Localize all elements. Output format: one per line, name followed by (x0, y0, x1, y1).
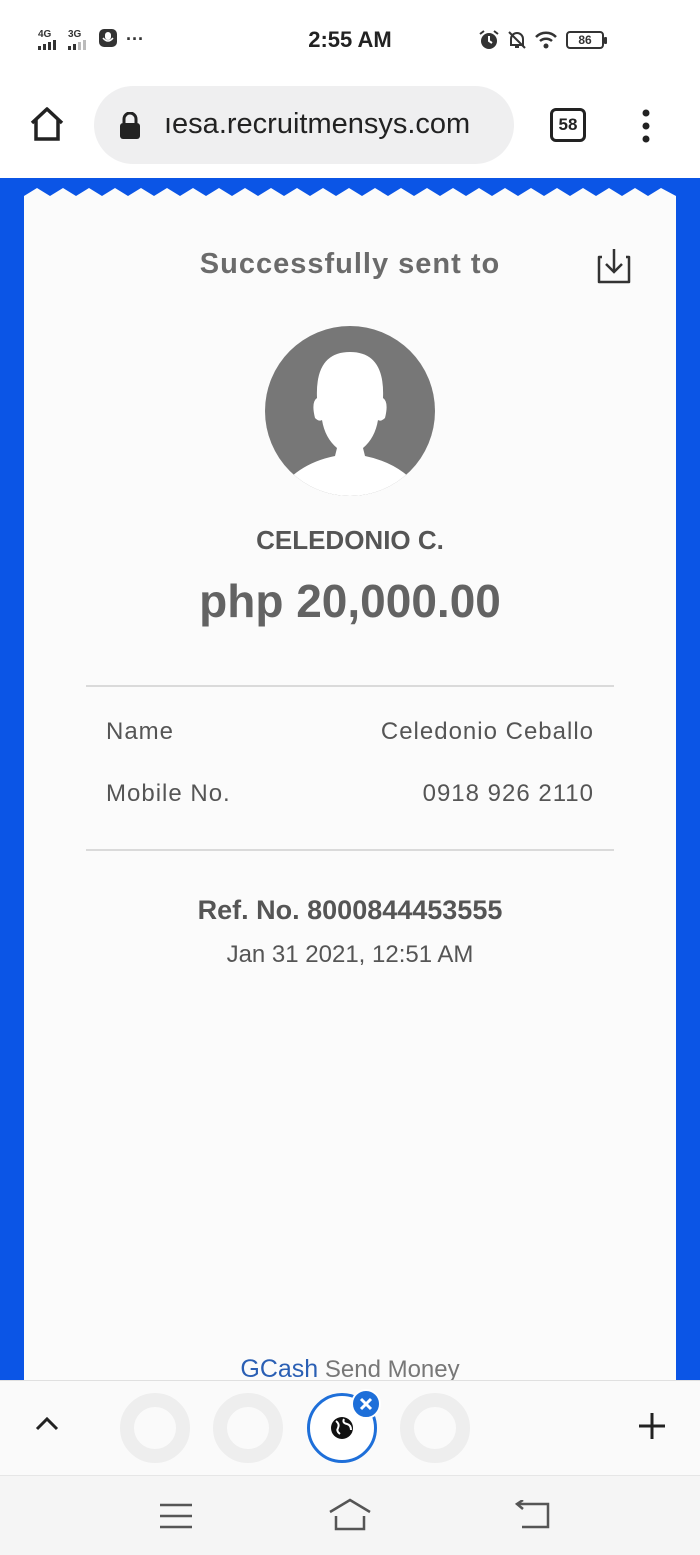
battery-indicator: 86 (566, 31, 607, 49)
gcash-brand: GCash (240, 1355, 319, 1383)
lock-icon (118, 111, 142, 145)
tab-thumbnail[interactable] (213, 1393, 283, 1463)
alarm-icon (478, 29, 500, 56)
name-value: Celedonio Ceballo (380, 718, 594, 745)
divider-top (86, 685, 614, 687)
avatar (265, 326, 435, 501)
tab-strip (0, 1380, 700, 1475)
receipt-title: Successfully sent to (199, 248, 501, 280)
address-bar[interactable]: ıesa.recruitmensys.com (94, 86, 514, 164)
amount: php 20,000.00 (199, 575, 501, 627)
mobile-label: Mobile No. (106, 780, 231, 807)
name-label: Name (106, 718, 175, 745)
overflow-menu-icon[interactable] (640, 108, 652, 149)
tab-thumbnail[interactable] (400, 1393, 470, 1463)
globe-icon (330, 1416, 354, 1445)
footer-text: Send Money (324, 1356, 460, 1383)
status-bar: 4G 3G ··· 2:55 AM 86 (0, 0, 700, 80)
download-icon[interactable] (596, 247, 632, 290)
home-icon[interactable] (28, 105, 66, 148)
mobile-value: 0918 926 2110 (422, 780, 594, 807)
system-nav-bar (0, 1475, 700, 1555)
close-tab-icon[interactable] (351, 1389, 381, 1419)
back-nav-icon[interactable] (514, 1498, 552, 1535)
tab-switcher-button[interactable]: 58 (550, 108, 586, 142)
browser-toolbar: ıesa.recruitmensys.com 58 (0, 80, 700, 178)
new-tab-plus-icon[interactable] (637, 1411, 667, 1446)
tab-thumbnail[interactable] (120, 1393, 190, 1463)
chevron-up-icon[interactable] (34, 1415, 60, 1438)
home-nav-icon[interactable] (327, 1498, 373, 1537)
mute-bell-icon (506, 29, 528, 56)
divider-bottom (86, 849, 614, 851)
wifi-icon (534, 29, 558, 56)
recipient-short-name: CELEDONIO C. (256, 525, 444, 555)
transaction-datetime: Jan 31 2021, 12:51 AM (226, 941, 474, 968)
url-text: ıesa.recruitmensys.com (164, 108, 471, 140)
reference-number: Ref. No. 8000844453555 (197, 895, 503, 925)
menu-icon[interactable] (158, 1502, 194, 1535)
receipt-zigzag-edge (24, 188, 676, 208)
